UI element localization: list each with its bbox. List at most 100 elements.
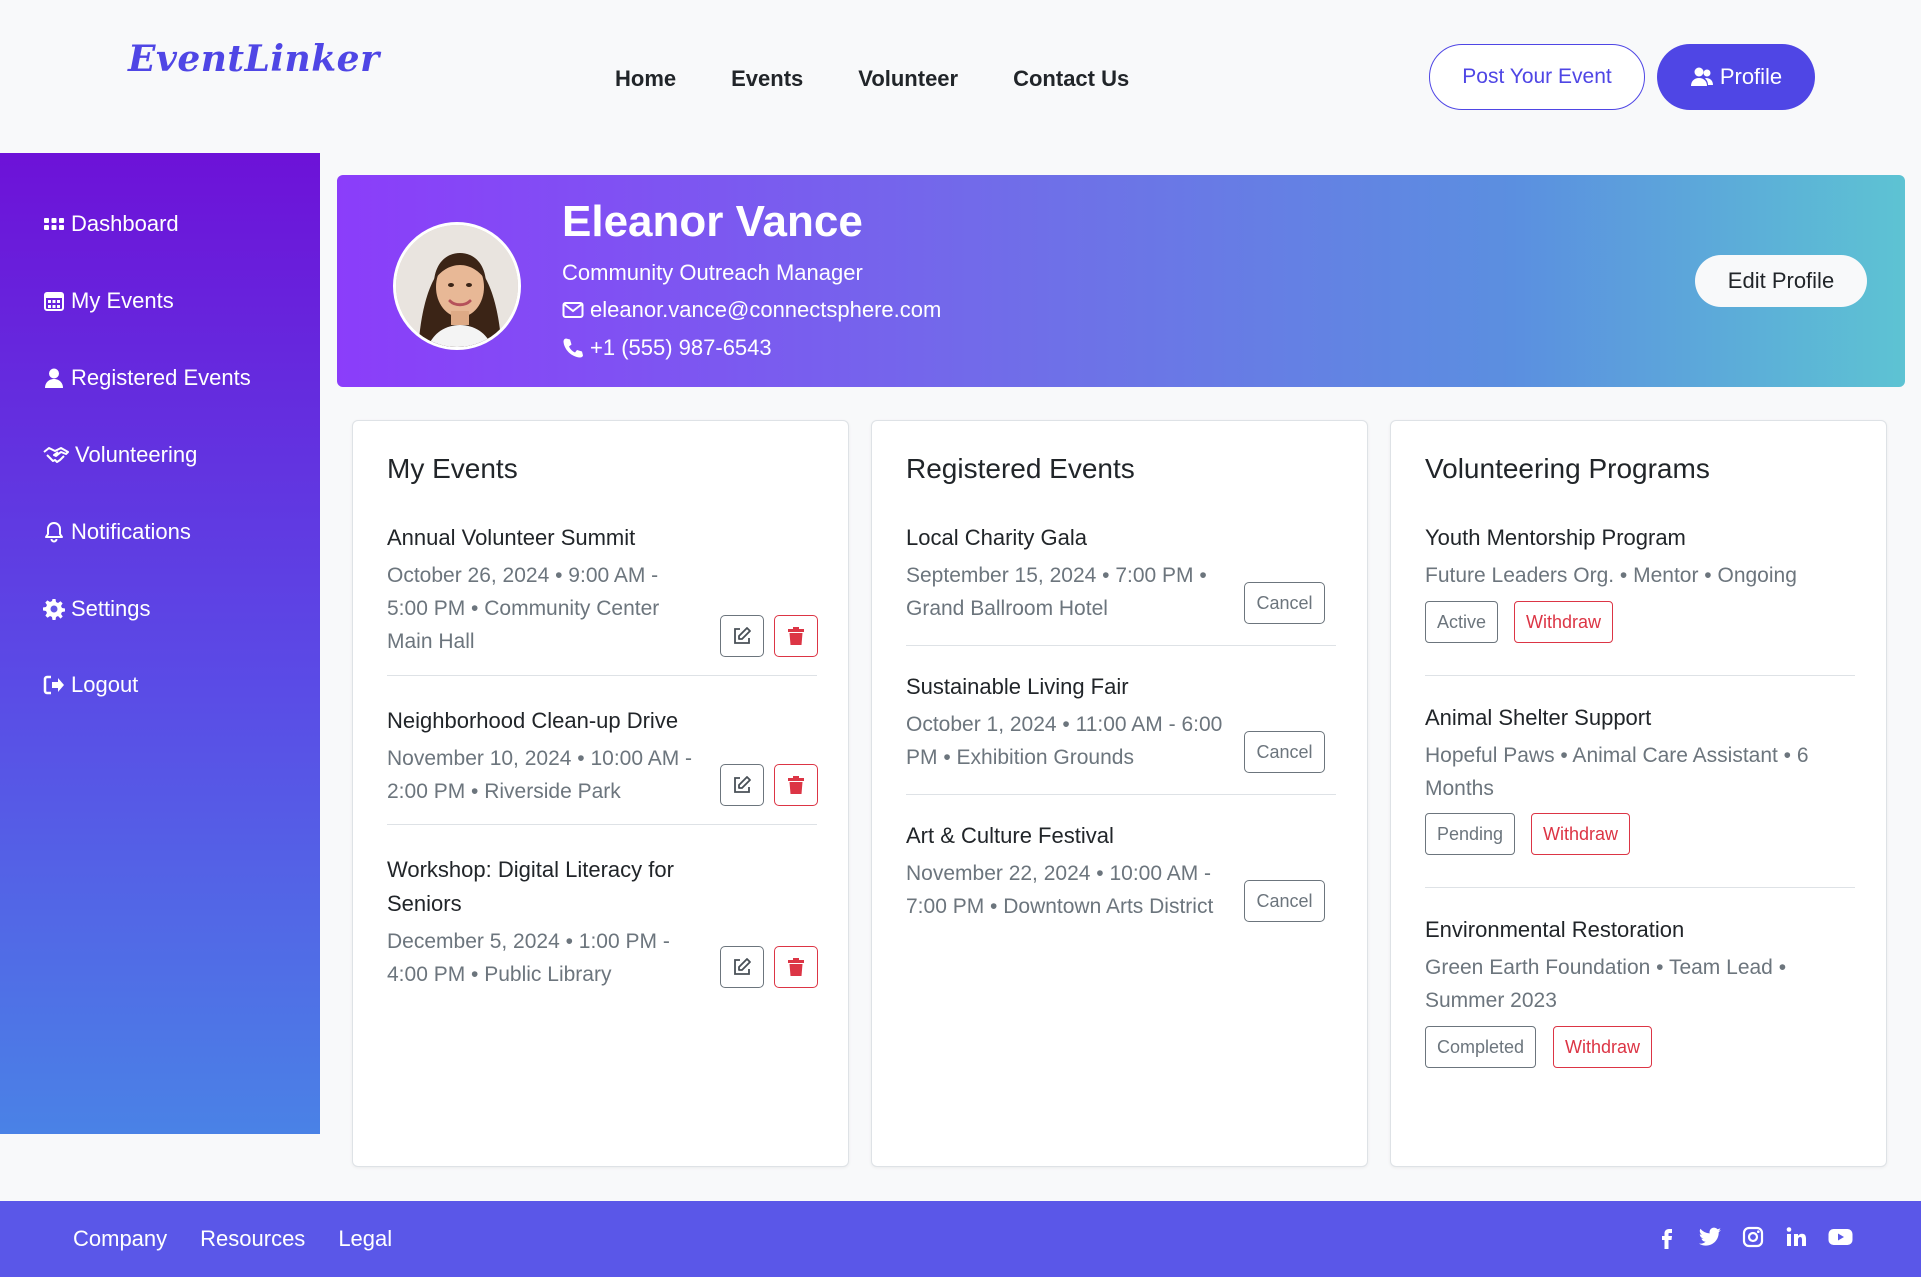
profile-button-label: Profile bbox=[1719, 64, 1783, 89]
twitter-icon[interactable] bbox=[1698, 1225, 1722, 1249]
trash-icon bbox=[788, 627, 804, 645]
card-title: My Events bbox=[387, 453, 518, 484]
handshake-icon bbox=[43, 447, 69, 463]
brand-logo[interactable]: EventLinker bbox=[128, 38, 380, 80]
top-navbar: EventLinker Home Events Volunteer Contac… bbox=[0, 0, 1921, 153]
event-title: Local Charity Gala bbox=[906, 525, 1087, 550]
calendar-icon bbox=[44, 292, 64, 311]
nav-volunteer-link[interactable]: Volunteer bbox=[858, 66, 958, 92]
divider bbox=[906, 794, 1336, 795]
trash-icon bbox=[788, 776, 804, 794]
sidebar-item-label: Notifications bbox=[71, 519, 191, 544]
sidebar-item-label: Volunteering bbox=[75, 442, 198, 467]
program-meta: Green Earth Foundation • Team Lead • Sum… bbox=[1425, 951, 1855, 1017]
profile-phone-text: +1 (555) 987-6543 bbox=[590, 335, 772, 360]
status-badge: Pending bbox=[1425, 813, 1516, 855]
event-title-line: Seniors bbox=[387, 891, 462, 916]
delete-event-button[interactable] bbox=[774, 764, 818, 806]
registered-events-card: Registered Events Local Charity Gala Sep… bbox=[871, 420, 1368, 1167]
status-badge: Active bbox=[1425, 601, 1499, 643]
profile-name: Eleanor Vance bbox=[562, 197, 863, 246]
post-event-button[interactable]: Post Your Event bbox=[1429, 44, 1645, 110]
withdraw-button[interactable]: Withdraw bbox=[1531, 813, 1631, 855]
my-events-card: My Events Annual Volunteer Summit Octobe… bbox=[352, 420, 849, 1167]
edit-icon bbox=[734, 958, 751, 975]
nav-home-link[interactable]: Home bbox=[615, 66, 676, 92]
sidebar-item-label: Registered Events bbox=[71, 365, 251, 390]
cancel-registration-button[interactable]: Cancel bbox=[1244, 880, 1325, 922]
program-meta-line: Hopeful Paws • Animal Care Assistant • 6 bbox=[1425, 744, 1809, 767]
sidebar-item-logout[interactable]: Logout bbox=[43, 672, 138, 698]
footer-link-resources[interactable]: Resources bbox=[200, 1226, 305, 1252]
edit-event-button[interactable] bbox=[720, 946, 764, 988]
withdraw-button[interactable]: Withdraw bbox=[1514, 601, 1614, 643]
program-meta-line: Future Leaders Org. • Mentor • Ongoing bbox=[1425, 564, 1797, 587]
phone-icon bbox=[563, 338, 583, 358]
sidebar-item-dashboard[interactable]: Dashboard bbox=[43, 211, 179, 237]
cancel-registration-button[interactable]: Cancel bbox=[1244, 731, 1325, 773]
sidebar-item-label: Logout bbox=[71, 672, 139, 697]
event-title: Art & Culture Festival bbox=[906, 823, 1114, 848]
divider bbox=[387, 824, 817, 825]
gear-icon bbox=[43, 599, 65, 620]
trash-icon bbox=[788, 958, 804, 976]
youtube-icon[interactable] bbox=[1827, 1225, 1854, 1249]
program-title: Youth Mentorship Program bbox=[1425, 525, 1686, 550]
sidebar-item-registered-events[interactable]: Registered Events bbox=[43, 365, 251, 391]
list-item: Environmental Restoration Green Earth Fo… bbox=[1425, 913, 1855, 1017]
delete-event-button[interactable] bbox=[774, 615, 818, 657]
logout-icon bbox=[43, 675, 64, 695]
divider bbox=[906, 645, 1336, 646]
event-title-line: Workshop: Digital Literacy for bbox=[387, 857, 674, 882]
sidebar-item-my-events[interactable]: My Events bbox=[43, 288, 174, 314]
users-icon bbox=[1690, 67, 1713, 86]
envelope-icon bbox=[562, 302, 584, 318]
sidebar: Dashboard My Events Registered Events Vo… bbox=[0, 153, 320, 1134]
footer-links: Company Resources Legal bbox=[73, 1226, 392, 1252]
withdraw-button[interactable]: Withdraw bbox=[1553, 1026, 1653, 1068]
program-meta: Hopeful Paws • Animal Care Assistant • 6… bbox=[1425, 739, 1855, 805]
linkedin-icon[interactable] bbox=[1784, 1225, 1808, 1249]
facebook-icon[interactable] bbox=[1655, 1225, 1679, 1249]
footer-link-legal[interactable]: Legal bbox=[338, 1226, 392, 1252]
event-title: Annual Volunteer Summit bbox=[387, 525, 636, 550]
edit-event-button[interactable] bbox=[720, 615, 764, 657]
program-meta-line: Summer 2023 bbox=[1425, 989, 1557, 1012]
footer: Company Resources Legal bbox=[0, 1201, 1921, 1277]
edit-icon bbox=[734, 776, 751, 793]
card-title: Volunteering Programs bbox=[1425, 453, 1710, 484]
profile-email: eleanor.vance@connectsphere.com bbox=[562, 297, 941, 323]
sidebar-item-notifications[interactable]: Notifications bbox=[43, 519, 191, 545]
program-meta: Future Leaders Org. • Mentor • Ongoing bbox=[1425, 559, 1855, 592]
divider bbox=[1425, 887, 1855, 888]
event-title: Workshop: Digital Literacy for Seniors bbox=[387, 853, 817, 921]
event-meta-line: October 26, 2024 • 9:00 AM - bbox=[387, 564, 659, 587]
profile-role: Community Outreach Manager bbox=[562, 260, 863, 285]
nav-contact-link[interactable]: Contact Us bbox=[1013, 66, 1129, 92]
list-item: Youth Mentorship Program Future Leaders … bbox=[1425, 521, 1855, 592]
event-title: Sustainable Living Fair bbox=[906, 674, 1129, 699]
divider bbox=[1425, 675, 1855, 676]
program-title: Environmental Restoration bbox=[1425, 917, 1685, 942]
volunteering-programs-card: Volunteering Programs Youth Mentorship P… bbox=[1390, 420, 1887, 1167]
edit-event-button[interactable] bbox=[720, 764, 764, 806]
sidebar-item-volunteering[interactable]: Volunteering bbox=[43, 442, 197, 468]
card-title: Registered Events bbox=[906, 453, 1135, 484]
delete-event-button[interactable] bbox=[774, 946, 818, 988]
nav-events-link[interactable]: Events bbox=[731, 66, 803, 92]
footer-link-company[interactable]: Company bbox=[73, 1226, 167, 1252]
program-meta-line: Months bbox=[1425, 777, 1494, 800]
program-title: Animal Shelter Support bbox=[1425, 705, 1652, 730]
user-icon bbox=[45, 368, 63, 388]
profile-button[interactable]: Profile bbox=[1657, 44, 1815, 110]
avatar bbox=[393, 222, 521, 350]
bell-icon bbox=[45, 522, 63, 543]
cancel-registration-button[interactable]: Cancel bbox=[1244, 582, 1325, 624]
sidebar-item-settings[interactable]: Settings bbox=[43, 596, 151, 622]
edit-icon bbox=[734, 627, 751, 644]
profile-email-text: eleanor.vance@connectsphere.com bbox=[590, 297, 942, 322]
grid-icon bbox=[44, 218, 64, 230]
edit-profile-button[interactable]: Edit Profile bbox=[1695, 255, 1867, 307]
instagram-icon[interactable] bbox=[1741, 1225, 1765, 1249]
profile-phone: +1 (555) 987-6543 bbox=[562, 335, 772, 361]
